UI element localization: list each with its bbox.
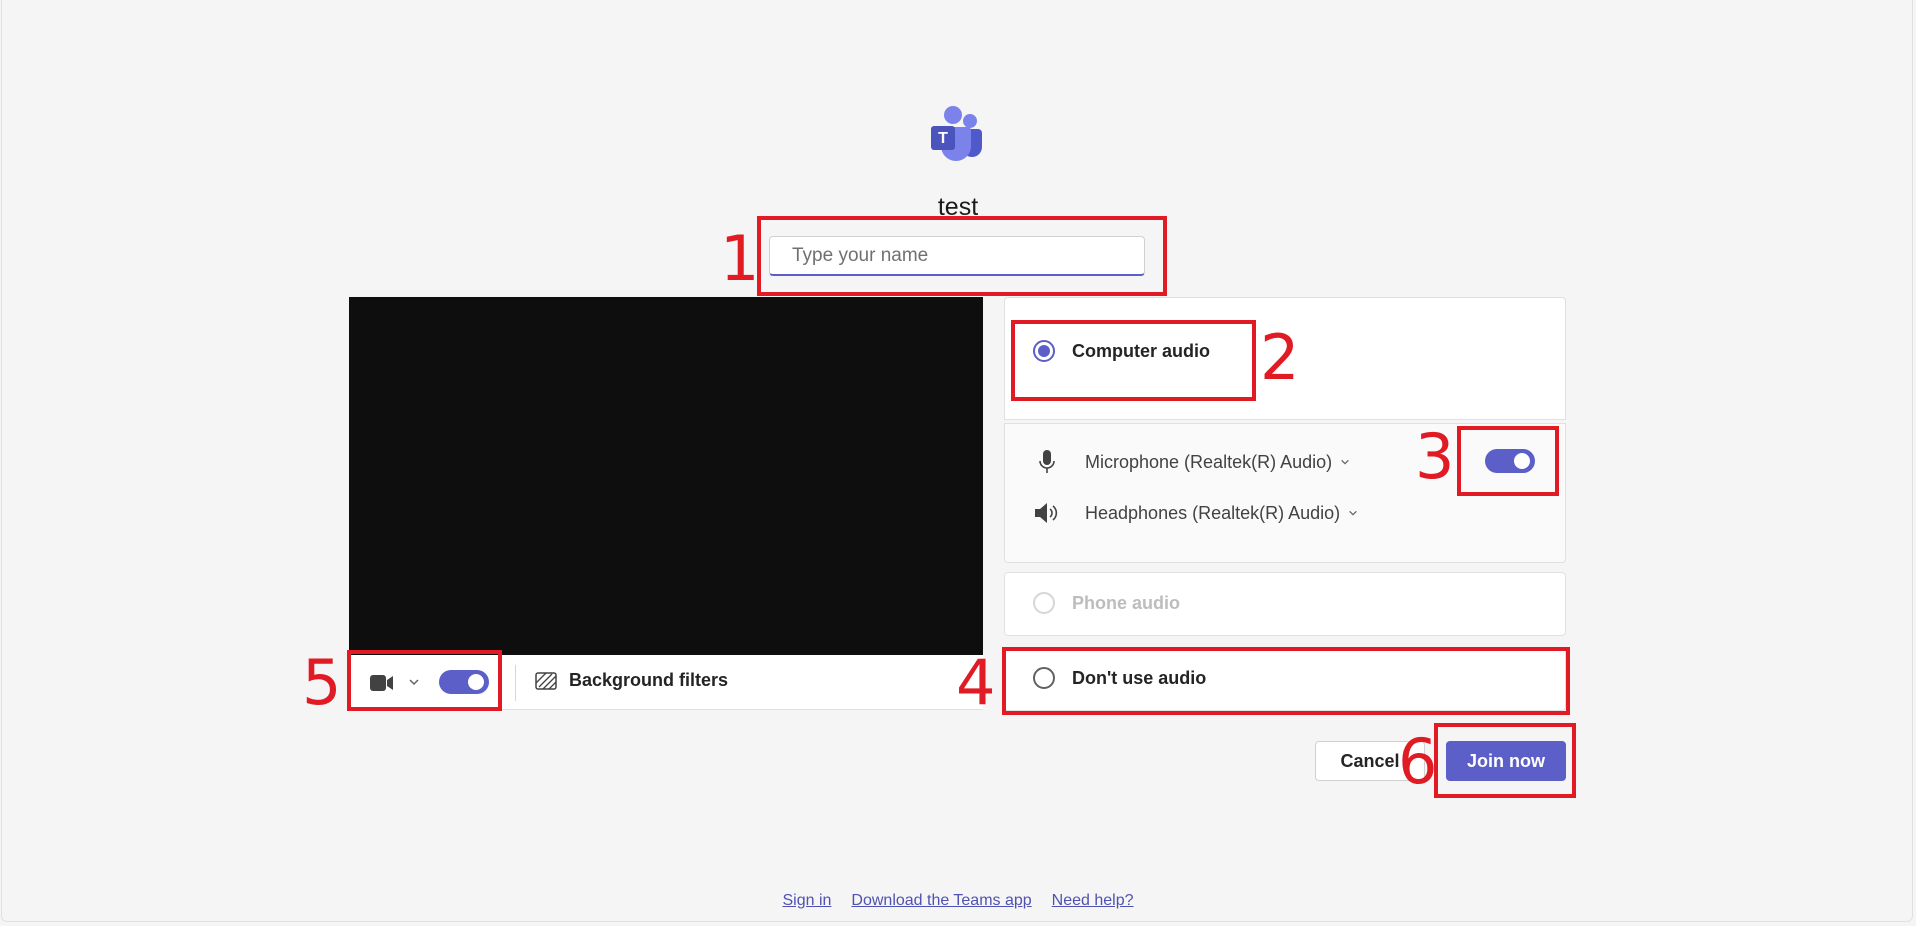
annotation-box-2 [1011,320,1256,401]
microphone-icon [1039,450,1055,473]
phone-audio-panel: Phone audio [1004,572,1566,636]
annotation-number-4: 4 [956,646,996,719]
background-filters-button[interactable]: Background filters [535,670,728,691]
divider [515,665,516,701]
annotation-box-1 [757,216,1167,296]
annotation-box-4 [1002,647,1570,715]
phone-audio-label: Phone audio [1072,592,1180,613]
speaker-select[interactable]: Headphones (Realtek(R) Audio) [1085,503,1340,524]
annotation-number-1: 1 [720,222,760,295]
annotation-number-2: 2 [1260,321,1300,394]
sign-in-link[interactable]: Sign in [782,892,831,910]
microphone-select[interactable]: Microphone (Realtek(R) Audio) [1085,452,1332,473]
download-teams-link[interactable]: Download the Teams app [851,892,1031,910]
speaker-icon [1035,503,1058,523]
phone-audio-option: Phone audio [1033,592,1180,614]
annotation-number-6: 6 [1398,725,1438,798]
background-filters-icon [535,671,557,690]
need-help-link[interactable]: Need help? [1052,892,1134,910]
annotation-box-6 [1434,723,1576,798]
chevron-down-icon[interactable] [1340,457,1350,467]
background-filters-label: Background filters [569,670,729,690]
phone-audio-radio [1033,592,1055,614]
annotation-number-5: 5 [302,646,342,719]
annotation-box-3 [1457,426,1559,496]
footer-links: Sign in Download the Teams app Need help… [0,892,1916,910]
teams-logo-icon: T [931,106,982,161]
svg-text:T: T [938,130,948,147]
microphone-row: Microphone (Realtek(R) Audio) [1033,450,1350,474]
annotation-box-5 [347,650,502,711]
chevron-down-icon[interactable] [1348,508,1358,518]
annotation-number-3: 3 [1415,420,1455,493]
speaker-row: Headphones (Realtek(R) Audio) [1033,502,1358,524]
video-preview [349,297,983,655]
